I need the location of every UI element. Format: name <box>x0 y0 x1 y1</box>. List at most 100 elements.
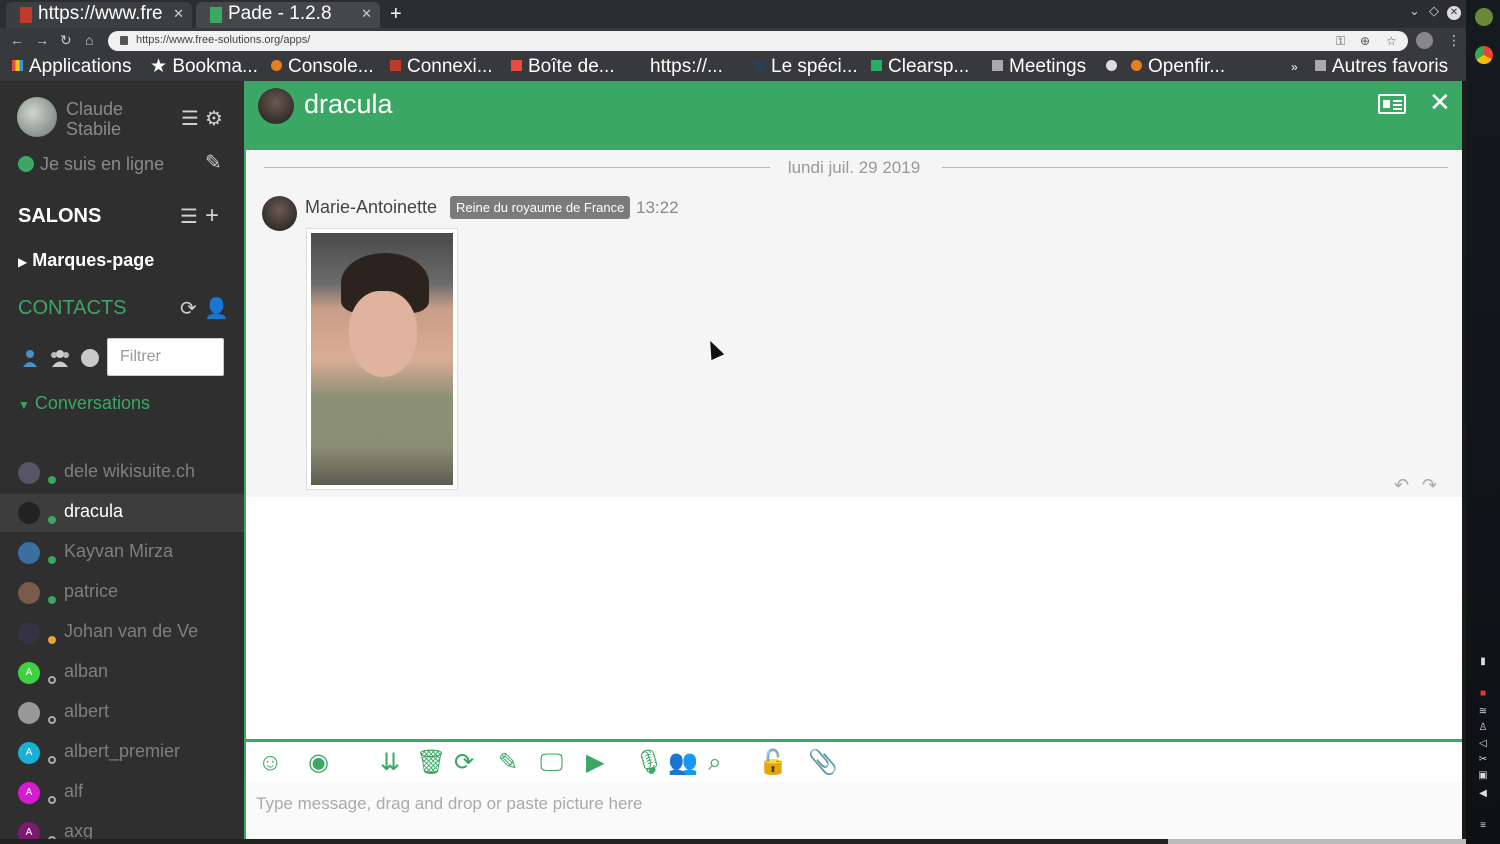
hamburger-icon[interactable]: ≡ <box>1475 820 1491 831</box>
search-icon[interactable]: ⌕ <box>708 748 721 778</box>
filter-status-icon[interactable] <box>81 349 99 367</box>
contact-item[interactable]: Aalban <box>0 654 244 692</box>
browser-menu-icon[interactable]: ⋮ <box>1447 32 1461 49</box>
profile-avatar[interactable] <box>1416 32 1433 49</box>
new-tab-icon[interactable]: + <box>390 2 402 26</box>
video-icon[interactable]: ▶ <box>586 748 604 778</box>
bookmark-bookma[interactable]: ★ Bookma... <box>150 55 258 79</box>
status-text[interactable]: Je suis en ligne <box>40 154 164 175</box>
microphone-icon[interactable]: 🎙 <box>634 748 664 778</box>
bookmark-console[interactable]: Console... <box>271 55 374 79</box>
flag-icon[interactable]: ■ <box>1475 688 1491 699</box>
bookmark-other-favorites[interactable]: Autres favoris <box>1315 55 1448 79</box>
rooms-list-icon[interactable]: ☰ <box>180 207 198 227</box>
presence-offline-icon <box>48 756 56 764</box>
contact-item[interactable]: Johan van de Ve <box>0 614 244 652</box>
forward-icon[interactable]: → <box>35 32 49 48</box>
presence-online-icon <box>48 556 56 564</box>
star-icon[interactable]: ☆ <box>1386 34 1397 48</box>
contacts-filter-input[interactable] <box>107 338 224 376</box>
window-restore-icon[interactable]: ◇ <box>1429 3 1439 19</box>
window-close-icon[interactable]: ✕ <box>1447 6 1461 20</box>
bookmark-https[interactable]: https://... <box>633 55 723 79</box>
photo <box>311 233 453 485</box>
system-launcher-icon[interactable] <box>1475 8 1493 26</box>
bookmarks-toggle[interactable]: ▶ Marques-page <box>18 250 154 271</box>
scroll-down-icon[interactable]: ⇊ <box>380 748 400 778</box>
refresh-icon[interactable]: ⟳ <box>454 748 474 778</box>
user-avatar[interactable] <box>17 97 57 137</box>
tools-icon[interactable]: ✂ <box>1475 754 1491 765</box>
browser-tab-2[interactable]: Pade - 1.2.8 ✕ <box>196 2 380 28</box>
contact-item[interactable]: albert <box>0 694 244 732</box>
tab-close-icon[interactable]: ✕ <box>173 2 184 26</box>
contact-item[interactable]: Aalbert_premier <box>0 734 244 772</box>
contact-item[interactable]: Kayvan Mirza <box>0 534 244 572</box>
tab-search-icon[interactable]: ⌄ <box>1409 3 1420 19</box>
eye-icon[interactable]: ◉ <box>308 748 329 778</box>
contact-item[interactable]: patrice <box>0 574 244 612</box>
chat-header: dracula ✕ <box>246 81 1462 150</box>
zoom-icon[interactable]: ⊕ <box>1360 34 1370 48</box>
bookmarks-bar: Applications ★ Bookma... Console... Conn… <box>0 54 1466 81</box>
filter-group-icon[interactable] <box>48 349 72 372</box>
message-author-avatar[interactable] <box>262 196 297 231</box>
user-icon[interactable]: ♙ <box>1475 722 1491 733</box>
unlock-icon[interactable]: 🔓 <box>758 748 788 778</box>
contact-avatar: A <box>18 742 40 764</box>
message-image[interactable] <box>306 228 458 490</box>
message-author[interactable]: Marie-Antoinette <box>305 197 437 218</box>
contact-item[interactable]: dracula <box>0 494 244 532</box>
screen: https://www.fre ✕ Pade - 1.2.8 ✕ + ⌄ ◇ ✕… <box>0 0 1500 844</box>
contact-item[interactable]: Aalf <box>0 774 244 812</box>
menu-icon[interactable]: ☰ <box>181 109 199 129</box>
bookmark-applications[interactable]: Applications <box>12 55 131 79</box>
message-list[interactable]: lundi juil. 29 2019 Marie-Antoinette Rei… <box>246 150 1462 739</box>
filter-user-icon[interactable] <box>22 349 38 367</box>
bookmark-connexi[interactable]: Connexi... <box>390 55 493 79</box>
arrow-left-icon[interactable]: ◀ <box>1475 788 1491 799</box>
lock-icon[interactable]: ▣ <box>1475 770 1491 781</box>
address-bar[interactable]: https://www.free-solutions.org/apps/ ⚿ ⊕… <box>108 31 1408 51</box>
close-chat-icon[interactable]: ✕ <box>1429 87 1451 118</box>
contact-card-icon[interactable] <box>1378 94 1406 114</box>
wifi-icon[interactable]: ≋ <box>1475 706 1491 717</box>
attachment-icon[interactable]: 📎 <box>808 748 838 778</box>
meeting-icon[interactable]: 👥 <box>668 748 698 778</box>
add-contact-icon[interactable]: 👤 <box>204 299 229 319</box>
horizontal-scrollbar[interactable] <box>0 839 1466 844</box>
edit-status-pencil-icon[interactable]: ✎ <box>205 153 222 173</box>
bookmark-le-speci[interactable]: Le spéci... <box>754 55 858 79</box>
tab-close-icon[interactable]: ✕ <box>361 2 372 26</box>
pencil-icon[interactable]: ✎ <box>498 748 518 778</box>
bookmark-clearsp[interactable]: Clearsp... <box>871 55 969 79</box>
key-icon[interactable]: ⚿ <box>1336 34 1345 49</box>
bookmark-boite[interactable]: Boîte de... <box>511 55 615 79</box>
bookmark-meetings[interactable]: Meetings <box>992 55 1086 79</box>
bookmark-extra[interactable] <box>1106 55 1123 79</box>
clipboard-icon[interactable]: ▮ <box>1475 656 1491 667</box>
add-room-icon[interactable]: + <box>205 204 219 228</box>
screen-share-icon[interactable]: 🖵 <box>540 748 563 778</box>
sync-icon[interactable]: ⟳ <box>180 299 197 319</box>
back-icon[interactable]: ← <box>10 32 24 48</box>
volume-icon[interactable]: ◁ <box>1475 738 1491 749</box>
bookmark-openfir[interactable]: Openfir... <box>1131 55 1225 79</box>
chrome-icon[interactable] <box>1475 46 1493 64</box>
emoji-icon[interactable]: ☺ <box>258 748 283 778</box>
conversations-group-toggle[interactable]: ▼ Conversations <box>18 393 150 414</box>
trash-icon[interactable]: 🗑 <box>416 748 446 778</box>
openfire-icon <box>1131 60 1142 71</box>
browser-tab-1[interactable]: https://www.fre ✕ <box>6 2 192 28</box>
reply-icon[interactable]: ↶ <box>1394 475 1409 496</box>
bookmarks-overflow[interactable]: » <box>1291 55 1298 79</box>
reload-icon[interactable]: ↻ <box>60 32 72 49</box>
message-input[interactable] <box>246 782 1462 839</box>
contact-item[interactable]: dele wikisuite.ch <box>0 454 244 492</box>
chat-message: Marie-Antoinette Reine du royaume de Fra… <box>246 185 1462 497</box>
settings-gear-icon[interactable]: ⚙ <box>205 109 223 129</box>
scrollbar-thumb[interactable] <box>1168 839 1466 844</box>
home-icon[interactable]: ⌂ <box>85 32 93 48</box>
forward-icon[interactable]: ↷ <box>1422 475 1437 496</box>
message-composer: ☺ ◉ ⇊ 🗑 ⟳ ✎ 🖵 ▶ 🎙 👥 ⌕ 🔓 📎 <box>246 739 1462 839</box>
